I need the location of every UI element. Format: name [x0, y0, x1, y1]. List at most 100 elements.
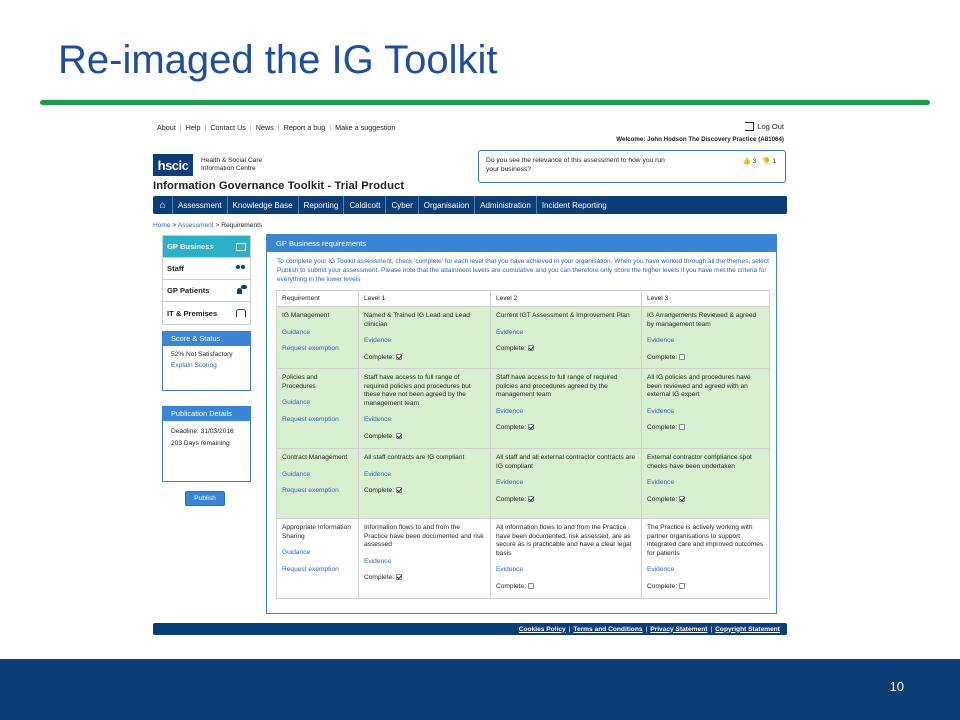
requirement-cell: Policies and Procedures Guidance Request e… [276, 368, 359, 449]
level-criteria: The Practice is actively working with pa… [647, 524, 764, 557]
nav-organisation[interactable]: Organisation [419, 196, 476, 214]
complete-field: Complete: [647, 354, 764, 363]
score-status-text: 52% Not Satisfactory [171, 351, 233, 358]
evidence-link[interactable]: Evidence [647, 337, 764, 346]
breadcrumb-home[interactable]: Home [153, 222, 171, 229]
table-row: Appropriate Information Sharing Guidance R… [276, 518, 770, 599]
level-criteria: All IG policies and procedures have been… [647, 374, 751, 398]
evidence-link[interactable]: Evidence [364, 337, 485, 346]
complete-checkbox[interactable] [679, 582, 686, 589]
nav-caldicott[interactable]: Caldicott [344, 196, 387, 214]
evidence-link[interactable]: Evidence [496, 479, 636, 488]
complete-checkbox[interactable] [679, 424, 686, 431]
evidence-link[interactable]: Evidence [647, 408, 764, 417]
evidence-link[interactable]: Evidence [647, 566, 764, 575]
nav-knowledge-base[interactable]: Knowledge Base [228, 196, 299, 214]
logout-button[interactable]: Log Out [745, 122, 784, 131]
sidebar-item-it-premises[interactable]: IT & Premises [163, 302, 250, 324]
complete-checkbox[interactable] [528, 582, 535, 589]
evidence-link[interactable]: Evidence [496, 566, 636, 575]
level-1-cell: Named & Trained IG Lead and Lead clinici… [358, 306, 491, 369]
monitor-icon [236, 242, 246, 251]
hscic-logo: hscic [153, 154, 193, 176]
sidebar-item-staff[interactable]: Staff [163, 258, 250, 280]
complete-field: Complete: [496, 583, 636, 592]
complete-checkbox[interactable] [396, 574, 403, 581]
requirement-cell: Contract Management Guidance Request exemp… [276, 448, 359, 519]
report-bug-link[interactable]: Report a bug [280, 123, 330, 132]
breadcrumb-assessment[interactable]: Assessment [178, 222, 214, 229]
explain-scoring-link[interactable]: Explain Scoring [171, 362, 242, 370]
site-footer: Cookies Policy | Terms and Conditions | Pr… [153, 623, 787, 635]
guidance-link[interactable]: Guidance [282, 471, 353, 480]
complete-checkbox[interactable] [679, 353, 686, 360]
request-exemption-link[interactable]: Request exemption [282, 487, 353, 496]
sidebar-item-gp-business[interactable]: GP Business [163, 236, 250, 258]
slide-title: Re-imaged the IG Toolkit [58, 38, 498, 82]
level-2-cell: Current IGT Assessment & Improvement Pla… [490, 306, 642, 369]
table-header-row: Requirement Level 1 Level 2 Level 3 [276, 290, 770, 307]
survey-box: Do you see the relevance of this assessm… [478, 150, 786, 183]
copyright-link[interactable]: Copyright Statement [712, 626, 783, 633]
level-criteria: IG Arrangements Reviewed & agreed by man… [647, 312, 757, 328]
complete-checkbox[interactable] [396, 432, 403, 439]
welcome-text: Welcome: John Hodson The Discovery Pract… [616, 136, 784, 143]
evidence-link[interactable]: Evidence [496, 408, 636, 417]
help-link[interactable]: Help [182, 123, 205, 132]
thumbs-down-button[interactable]: 👎 1 [762, 157, 776, 165]
make-suggestion-link[interactable]: Make a suggestion [331, 123, 399, 132]
level-criteria: Current IGT Assessment & Improvement Pla… [496, 312, 630, 319]
privacy-link[interactable]: Privacy Statement [647, 626, 710, 633]
nav-home[interactable]: ⌂ [153, 196, 173, 214]
column-header: Level 3 [641, 290, 770, 307]
nav-reporting[interactable]: Reporting [299, 196, 345, 214]
nav-incident-reporting[interactable]: Incident Reporting [537, 196, 612, 214]
level-criteria: Staff have access to full range of requi… [496, 374, 618, 398]
guidance-link[interactable]: Guidance [282, 329, 353, 338]
deadline-text: Deadline: 31/03/2016 [171, 428, 234, 435]
evidence-link[interactable]: Evidence [647, 479, 764, 488]
publication-title: Publication Details [163, 407, 250, 421]
contact-us-link[interactable]: Contact Us [206, 123, 250, 132]
terms-link[interactable]: Terms and Conditions [570, 626, 645, 633]
complete-checkbox[interactable] [396, 487, 403, 494]
evidence-link[interactable]: Evidence [364, 416, 485, 425]
request-exemption-link[interactable]: Request exemption [282, 345, 353, 354]
sidebar-item-label: Staff [167, 264, 184, 273]
complete-checkbox[interactable] [528, 424, 535, 431]
nav-assessment[interactable]: Assessment [173, 196, 228, 214]
requirement-name: IG Management [282, 312, 330, 319]
complete-checkbox[interactable] [396, 353, 403, 360]
guidance-link[interactable]: Guidance [282, 549, 353, 558]
level-3-cell: The Practice is actively working with pa… [641, 518, 770, 599]
sidebar-item-gp-patients[interactable]: GP Patients [163, 280, 250, 302]
complete-checkbox[interactable] [528, 345, 535, 352]
evidence-link[interactable]: Evidence [364, 558, 485, 567]
requirement-name: Contract Management [282, 454, 348, 461]
level-criteria: Information flows to and from the Practi… [364, 524, 484, 548]
request-exemption-link[interactable]: Request exemption [282, 416, 353, 425]
evidence-link[interactable]: Evidence [364, 471, 485, 480]
complete-label: Complete: [364, 353, 395, 361]
complete-checkbox[interactable] [528, 495, 535, 502]
guidance-link[interactable]: Guidance [282, 399, 353, 408]
sidebar-item-label: GP Patients [167, 286, 210, 295]
org-name: Health & Social Care Information Centre [201, 157, 262, 172]
complete-field: Complete: [364, 574, 485, 583]
thumbs-up-button[interactable]: 👍 3 [743, 157, 757, 165]
nav-administration[interactable]: Administration [475, 196, 537, 214]
about-link[interactable]: About [153, 123, 180, 132]
cookies-policy-link[interactable]: Cookies Policy [516, 626, 569, 633]
complete-checkbox[interactable] [679, 495, 686, 502]
patient-icon [236, 284, 247, 295]
news-link[interactable]: News [252, 123, 278, 132]
complete-label: Complete: [496, 424, 527, 431]
thumbs-down-icon: 👎 [762, 158, 771, 165]
nav-cyber[interactable]: Cyber [386, 196, 419, 214]
publish-button[interactable]: Publish [185, 491, 225, 506]
request-exemption-link[interactable]: Request exemption [282, 566, 353, 575]
sidebar-item-label: IT & Premises [167, 308, 218, 318]
level-1-cell: Staff have access to full range of requi… [358, 368, 491, 449]
evidence-link[interactable]: Evidence [496, 329, 636, 338]
slide-number: 10 [889, 679, 904, 694]
